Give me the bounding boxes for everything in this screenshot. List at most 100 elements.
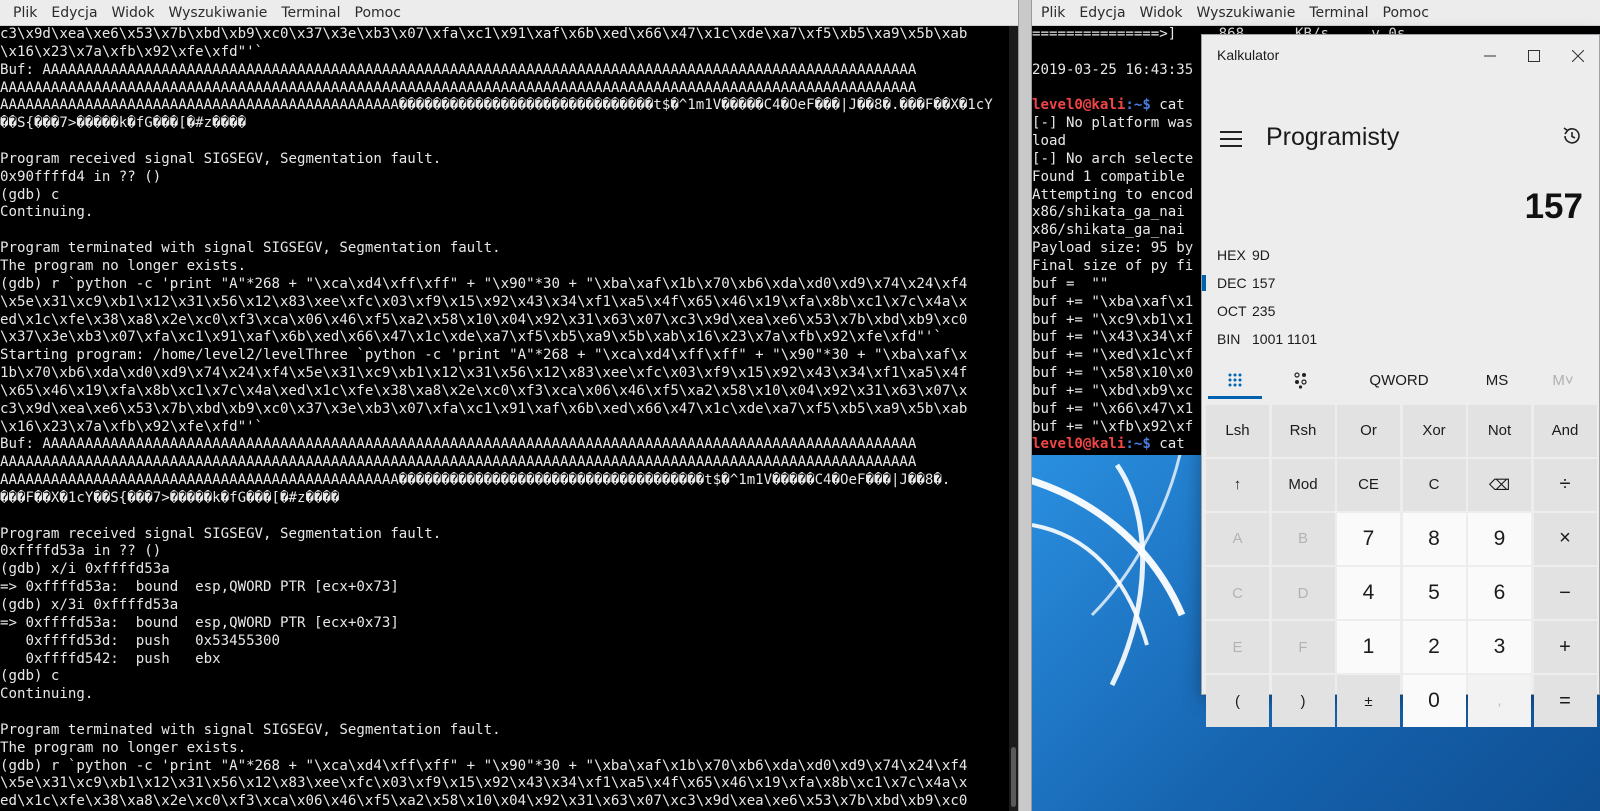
menu-edycja[interactable]: Edycja — [1072, 5, 1132, 21]
backspace-button[interactable]: ⌫ — [1468, 459, 1531, 511]
mod-button[interactable]: Mod — [1271, 459, 1335, 511]
terminal-line: Continuing. — [0, 686, 94, 703]
tab-keypad[interactable] — [1202, 361, 1268, 399]
digit-8-button[interactable]: 8 — [1402, 513, 1466, 565]
close-button[interactable] — [1556, 43, 1600, 69]
radix-active-indicator — [1202, 275, 1206, 291]
terminal-line: (gdb) r `python -c 'print "A"*268 + "\xc… — [0, 275, 968, 292]
radix-bin[interactable]: BIN 1001 1101 — [1202, 325, 1599, 353]
menu-terminal[interactable]: Terminal — [274, 5, 347, 21]
equals-button[interactable]: = — [1533, 675, 1597, 728]
digit-0-button[interactable]: 0 — [1402, 675, 1466, 728]
menu-plik[interactable]: Plik — [6, 5, 44, 21]
digit-1-button[interactable]: 1 — [1337, 621, 1400, 673]
multiply-button[interactable]: × — [1533, 513, 1597, 565]
terminal-line: \x65\x46\x19\xfa\x8b\xc1\x7c\x4a\xed\x1c… — [0, 382, 968, 399]
terminal-text: Payload size: 95 by — [1032, 240, 1194, 257]
calculator-window-title: Kalkulator — [1217, 47, 1280, 63]
radix-oct[interactable]: OCT 235 — [1202, 297, 1599, 325]
menu-edycja[interactable]: Edycja — [44, 5, 104, 21]
tab-memory-list[interactable]: M˅ — [1530, 361, 1596, 399]
hex-c-button[interactable]: C — [1206, 567, 1269, 619]
hex-f-button[interactable]: F — [1271, 621, 1335, 673]
menu-widok[interactable]: Widok — [1133, 5, 1190, 21]
terminal-line: 1b\x70\xb6\xda\xd0\xd9\x74\x24\xf4\x5e\x… — [0, 365, 968, 382]
menu-widok[interactable]: Widok — [105, 5, 162, 21]
radix-label: OCT — [1217, 303, 1247, 319]
digit-5-button[interactable]: 5 — [1402, 567, 1466, 619]
digit-3-button[interactable]: 3 — [1468, 621, 1531, 673]
history-icon[interactable] — [1561, 125, 1583, 147]
menu-wyszukiwanie[interactable]: Wyszukiwanie — [1190, 5, 1303, 21]
xor-button[interactable]: Xor — [1402, 405, 1466, 457]
prompt-user: level0@kali — [1032, 97, 1126, 114]
add-button[interactable]: + — [1533, 621, 1597, 673]
terminal-line: (gdb) r `python -c 'print "A"*268 + "\xc… — [0, 757, 968, 774]
clear-entry-button[interactable]: CE — [1337, 459, 1400, 511]
lsh-button[interactable]: Lsh — [1206, 405, 1269, 457]
digit-7-button[interactable]: 7 — [1337, 513, 1400, 565]
terminal-line: c3\x9d\xea\xe6\x53\x7b\xbd\xb9\xc0\x37\x… — [0, 26, 968, 42]
tab-word-size[interactable]: QWORD — [1334, 361, 1464, 399]
radix-hex[interactable]: HEX 9D — [1202, 241, 1599, 269]
subtract-button[interactable]: − — [1533, 567, 1597, 619]
hex-b-button[interactable]: B — [1271, 513, 1335, 565]
terminal-line: (gdb) c — [0, 186, 60, 203]
radix-label: HEX — [1217, 247, 1246, 263]
left-terminal-scrollbar[interactable] — [1009, 26, 1018, 811]
or-button[interactable]: Or — [1337, 405, 1400, 457]
calculator-tabs: QWORD MS M˅ — [1202, 361, 1599, 399]
terminal-line: Program received signal SIGSEGV, Segment… — [0, 525, 442, 542]
hex-d-button[interactable]: D — [1271, 567, 1335, 619]
left-terminal-scroll-thumb[interactable] — [1011, 747, 1016, 807]
tab-bit-toggle[interactable] — [1268, 361, 1334, 399]
menu-plik[interactable]: Plik — [1034, 5, 1072, 21]
terminal-text: cat — [1150, 436, 1185, 453]
digit-9-button[interactable]: 9 — [1468, 513, 1531, 565]
tab-memory-store[interactable]: MS — [1464, 361, 1530, 399]
terminal-text: buf += "\xbd\xb9\xc — [1032, 382, 1194, 399]
not-button[interactable]: Not — [1468, 405, 1531, 457]
menu-pomoc[interactable]: Pomoc — [348, 5, 408, 21]
clear-button[interactable]: C — [1402, 459, 1466, 511]
negate-button[interactable]: ± — [1337, 675, 1400, 728]
terminal-line: The program no longer exists. — [0, 739, 247, 756]
left-terminal-window[interactable]: Plik Edycja Widok Wyszukiwanie Terminal … — [0, 0, 1018, 811]
radix-value: 1001 1101 — [1252, 331, 1318, 347]
digit-6-button[interactable]: 6 — [1468, 567, 1531, 619]
and-button[interactable]: And — [1533, 405, 1597, 457]
terminal-text: buf += "\x58\x10\x0 — [1032, 365, 1194, 382]
right-terminal-menubar: Plik Edycja Widok Wyszukiwanie Terminal … — [1032, 0, 1600, 26]
decimal-button[interactable]: , — [1468, 675, 1531, 728]
digit-4-button[interactable]: 4 — [1337, 567, 1400, 619]
terminal-line: ���F��X�1cY��S{���7>�����k�fG���[�#z���� — [0, 489, 340, 506]
radix-dec[interactable]: DEC 157 — [1202, 269, 1599, 297]
terminal-line: \x5e\x31\xc9\xb1\x12\x31\x56\x12\x83\xee… — [0, 775, 968, 792]
open-paren-button[interactable]: ( — [1206, 675, 1269, 728]
radix-value: 9D — [1252, 247, 1270, 263]
terminal-line: ed\x1c\xfe\x38\xa8\x2e\xc0\xf3\xca\x06\x… — [0, 311, 968, 328]
digit-2-button[interactable]: 2 — [1402, 621, 1466, 673]
hamburger-menu-icon[interactable] — [1220, 131, 1242, 147]
shift-up-button[interactable]: ↑ — [1206, 459, 1269, 511]
terminal-line: The program no longer exists. — [0, 257, 247, 274]
rsh-button[interactable]: Rsh — [1271, 405, 1335, 457]
calculator-window[interactable]: Kalkulator Programisty 157 HEX 9D DEC 15… — [1201, 34, 1600, 728]
left-terminal-output[interactable]: c3\x9d\xea\xe6\x53\x7b\xbd\xb9\xc0\x37\x… — [0, 26, 1018, 811]
hex-a-button[interactable]: A — [1206, 513, 1269, 565]
left-terminal-menubar: Plik Edycja Widok Wyszukiwanie Terminal … — [0, 0, 1018, 26]
prompt-path: :~$ — [1125, 436, 1151, 453]
terminal-text: buf += "\xed\x1c\xf — [1032, 347, 1194, 364]
minimize-button[interactable] — [1468, 43, 1512, 69]
menu-wyszukiwanie[interactable]: Wyszukiwanie — [162, 5, 275, 21]
hex-e-button[interactable]: E — [1206, 621, 1269, 673]
terminal-line: c3\x9d\xea\xe6\x53\x7b\xbd\xb9\xc0\x37\x… — [0, 400, 968, 417]
window-divider — [1018, 0, 1032, 811]
menu-pomoc[interactable]: Pomoc — [1376, 5, 1436, 21]
maximize-button[interactable] — [1512, 43, 1556, 69]
close-paren-button[interactable]: ) — [1271, 675, 1335, 728]
menu-terminal[interactable]: Terminal — [1302, 5, 1375, 21]
divide-button[interactable]: ÷ — [1533, 459, 1597, 511]
